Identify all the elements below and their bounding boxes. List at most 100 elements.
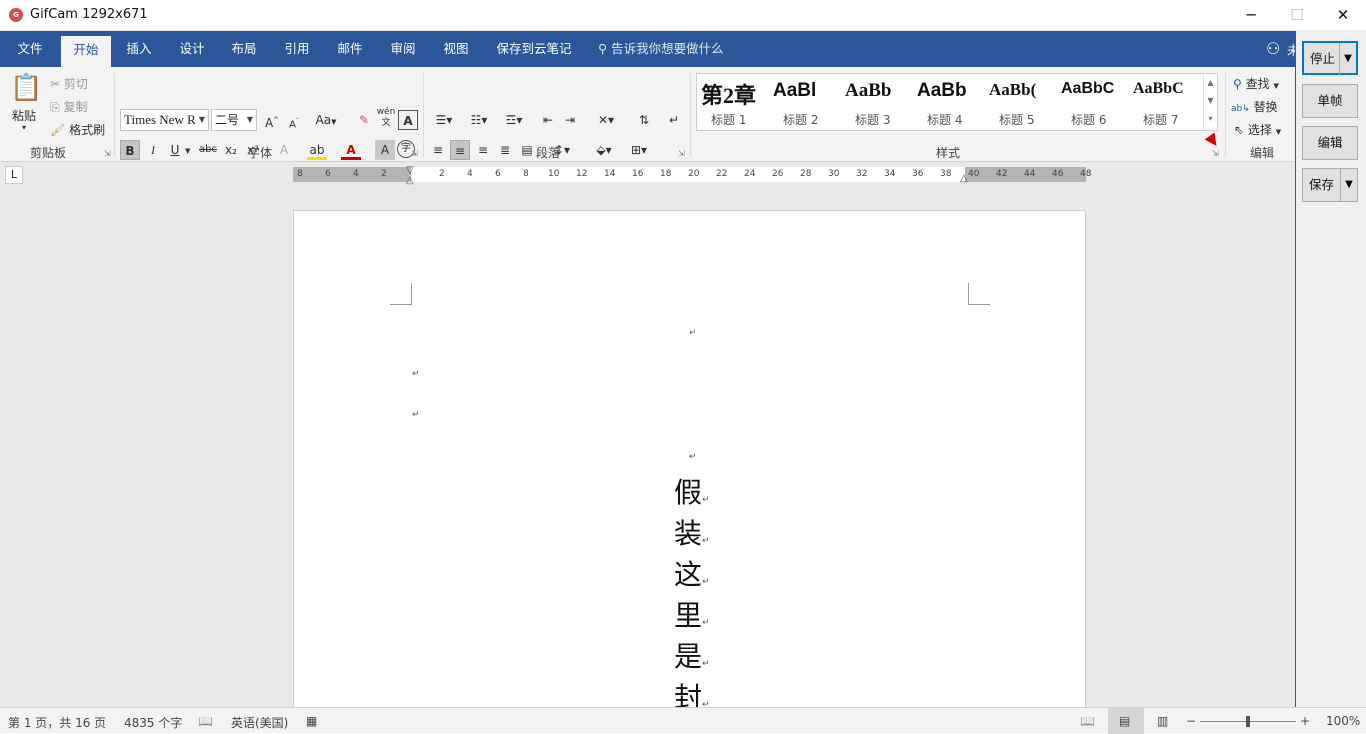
print-layout-icon[interactable]: ▤ bbox=[1119, 714, 1130, 728]
zoom-in-button[interactable]: + bbox=[1300, 714, 1310, 728]
justify-icon[interactable]: ≣ bbox=[495, 140, 515, 160]
copy-button[interactable]: ⎘ 复制 bbox=[50, 98, 87, 115]
character-border-icon[interactable]: A bbox=[398, 110, 418, 130]
font-color-icon[interactable]: A bbox=[341, 140, 361, 160]
align-left-icon[interactable]: ≡ bbox=[428, 140, 448, 160]
word-count[interactable]: 4835 个字 bbox=[124, 714, 182, 731]
web-layout-icon[interactable]: ▥ bbox=[1157, 714, 1168, 728]
underline-button[interactable]: U bbox=[165, 140, 185, 160]
tab-selector[interactable]: L bbox=[5, 166, 23, 184]
style-heading-3[interactable]: AaBb 标题 3 bbox=[841, 74, 911, 130]
select-button[interactable]: ⇖ 选择 ▼ bbox=[1234, 121, 1281, 138]
user-icon[interactable]: ⚇ bbox=[1266, 39, 1280, 58]
chevron-down-icon[interactable]: ▼ bbox=[1204, 92, 1217, 110]
style-heading-2[interactable]: AaBl 标题 2 bbox=[769, 74, 839, 130]
strikethrough-button[interactable]: abc bbox=[198, 140, 218, 160]
clipboard-launcher-icon[interactable]: ⇲ bbox=[104, 149, 111, 158]
increase-indent-icon[interactable]: ⇥ bbox=[560, 110, 580, 130]
grow-font-button[interactable]: A^ bbox=[262, 110, 282, 130]
font-size-field[interactable]: 二号 ▼ bbox=[211, 109, 257, 131]
tab-review[interactable]: 审阅 bbox=[381, 31, 425, 67]
edit-button[interactable]: 编辑 bbox=[1302, 126, 1358, 160]
save-label: 保存 bbox=[1308, 177, 1334, 192]
find-label: 查找 bbox=[1245, 77, 1270, 91]
styles-launcher-icon[interactable]: ⇲ bbox=[1212, 149, 1219, 158]
style-heading-4[interactable]: AaBb 标题 4 bbox=[913, 74, 983, 130]
macro-icon[interactable]: ▦ bbox=[306, 714, 317, 728]
proofing-icon[interactable]: 📖 bbox=[198, 714, 213, 728]
character-shading-icon[interactable]: A bbox=[375, 140, 395, 160]
paste-button[interactable]: 粘贴 bbox=[12, 107, 36, 124]
zoom-slider-thumb[interactable] bbox=[1246, 716, 1250, 727]
multilevel-list-icon[interactable]: ☲▾ bbox=[500, 110, 528, 130]
paste-icon[interactable]: 📋 bbox=[10, 73, 42, 103]
font-launcher-icon[interactable]: ⇲ bbox=[411, 149, 418, 158]
more-styles-icon[interactable]: ▾ bbox=[1204, 110, 1217, 128]
clear-formatting-icon[interactable]: ✎ bbox=[354, 110, 374, 130]
hanging-indent-marker[interactable]: △ bbox=[406, 175, 414, 186]
sort-icon[interactable]: ⇅ bbox=[634, 110, 654, 130]
tab-mailings[interactable]: 邮件 bbox=[328, 31, 372, 67]
page-count[interactable]: 第 1 页，共 16 页 bbox=[8, 714, 106, 731]
tab-save-to-cloud[interactable]: 保存到云笔记 bbox=[492, 31, 576, 67]
format-painter-button[interactable]: 🖌 格式刷 bbox=[50, 121, 105, 138]
text-effects-icon[interactable]: A bbox=[274, 140, 294, 160]
highlight-icon[interactable]: ab bbox=[307, 140, 327, 160]
phonetic-guide-button[interactable]: wén 文 bbox=[376, 107, 396, 128]
tab-layout[interactable]: 布局 bbox=[222, 31, 266, 67]
language-status[interactable]: 英语(美国) bbox=[231, 714, 288, 731]
chinese-layout-icon[interactable]: ✕▾ bbox=[592, 110, 620, 130]
read-mode-icon[interactable]: 📖 bbox=[1080, 714, 1095, 728]
tab-design[interactable]: 设计 bbox=[170, 31, 214, 67]
tab-file[interactable]: 文件 bbox=[8, 31, 52, 67]
bold-button[interactable]: B bbox=[120, 140, 140, 160]
font-name-field[interactable]: Times New R ▼ bbox=[120, 109, 209, 131]
change-case-button[interactable]: Aa▼ bbox=[312, 110, 340, 130]
italic-button[interactable]: I bbox=[143, 140, 163, 160]
styles-scroll[interactable]: ▲ ▼ ▾ bbox=[1203, 74, 1217, 130]
tab-insert[interactable]: 插入 bbox=[117, 31, 161, 67]
chevron-down-icon[interactable]: ▼ bbox=[1340, 169, 1357, 201]
borders-icon[interactable]: ⊞▾ bbox=[625, 140, 653, 160]
zoom-out-button[interactable]: − bbox=[1186, 714, 1196, 728]
chevron-down-icon[interactable]: ▼ bbox=[1339, 43, 1356, 75]
bullets-icon[interactable]: ☰▾ bbox=[430, 110, 458, 130]
stop-button[interactable]: 停止 ▼ bbox=[1302, 41, 1358, 75]
align-right-icon[interactable]: ≡ bbox=[473, 140, 493, 160]
style-sample: AaBbC bbox=[1133, 80, 1184, 97]
find-button[interactable]: ⚲ 查找 ▼ bbox=[1233, 75, 1279, 92]
subscript-button[interactable]: x₂ bbox=[221, 140, 241, 160]
chevron-up-icon[interactable]: ▲ bbox=[1204, 74, 1217, 92]
user-name[interactable]: 未 bbox=[1287, 40, 1295, 59]
zoom-level[interactable]: 100% bbox=[1326, 714, 1360, 728]
numbering-icon[interactable]: ☷▾ bbox=[465, 110, 493, 130]
style-heading-6[interactable]: AaBbC 标题 6 bbox=[1057, 74, 1127, 130]
style-heading-5[interactable]: AaBb( 标题 5 bbox=[985, 74, 1055, 130]
tell-me-box[interactable]: ⚲ 告诉我你想要做什么 bbox=[598, 31, 724, 67]
horizontal-ruler[interactable]: 8642 2 4 6 8 10 12 14 16 18 20 22 24 26 28 30 32 34 36 38 4… bbox=[293, 165, 1091, 186]
document-page[interactable]: ↵ ↵ ↵ ↵ 假↵ 装↵ 这↵ 里↵ 是↵ 封↵ bbox=[293, 210, 1086, 707]
distributed-icon[interactable]: ▤ bbox=[517, 140, 537, 160]
frame-button[interactable]: 单帧 bbox=[1302, 84, 1358, 118]
paste-dropdown-icon[interactable]: ▾ bbox=[22, 123, 26, 132]
right-indent-marker[interactable]: △ bbox=[960, 173, 968, 184]
cut-button[interactable]: ✂ 剪切 bbox=[50, 75, 88, 92]
style-heading-1[interactable]: 第2章 标题 1 bbox=[697, 74, 767, 130]
text-char: 里 bbox=[674, 599, 703, 632]
save-button[interactable]: 保存 ▼ bbox=[1302, 168, 1358, 202]
shading-icon[interactable]: ⬙▾ bbox=[590, 140, 618, 160]
tab-home[interactable]: 开始 bbox=[61, 36, 111, 67]
tab-view[interactable]: 视图 bbox=[434, 31, 478, 67]
show-marks-icon[interactable]: ↵ bbox=[664, 110, 684, 130]
close-button[interactable]: ✕ bbox=[1320, 0, 1366, 31]
decrease-indent-icon[interactable]: ⇤ bbox=[538, 110, 558, 130]
replace-button[interactable]: ab↳ 替换 bbox=[1231, 98, 1278, 115]
maximize-button[interactable]: ☐ bbox=[1274, 0, 1320, 31]
minimize-button[interactable]: ─ bbox=[1228, 0, 1274, 31]
paragraph-launcher-icon[interactable]: ⇲ bbox=[678, 149, 685, 158]
tab-references[interactable]: 引用 bbox=[275, 31, 319, 67]
style-heading-7[interactable]: AaBbC 标题 7 bbox=[1129, 74, 1199, 130]
underline-dropdown-icon[interactable]: ▼ bbox=[185, 147, 190, 155]
align-center-icon[interactable]: ≡ bbox=[450, 140, 470, 160]
shrink-font-button[interactable]: Aˇ bbox=[284, 112, 304, 132]
